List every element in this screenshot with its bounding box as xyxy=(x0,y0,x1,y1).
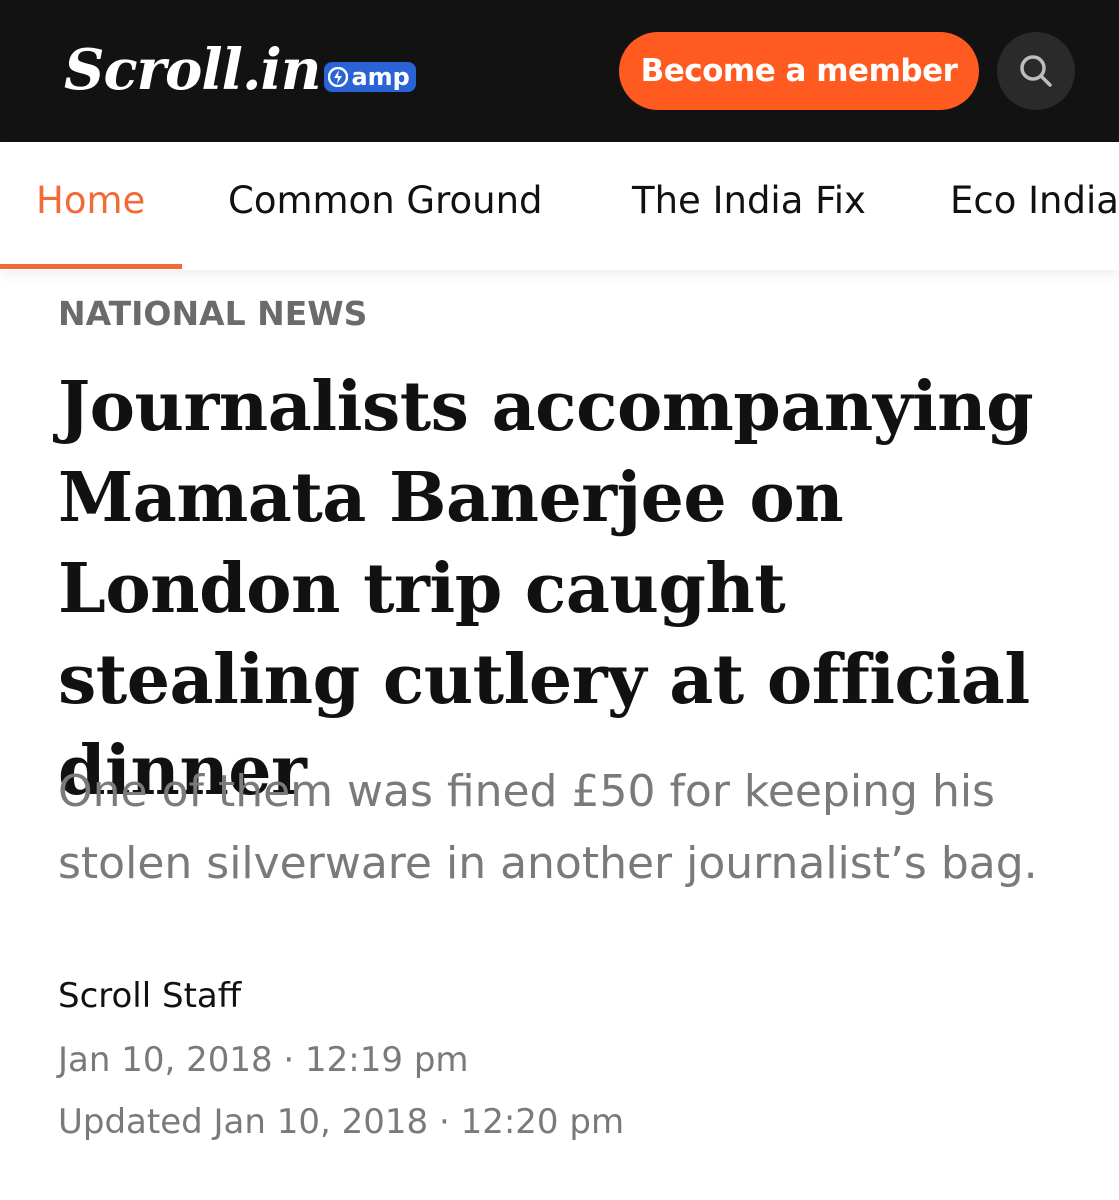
nav-item-common-ground[interactable]: Common Ground xyxy=(228,179,543,223)
become-member-button[interactable]: Become a member xyxy=(619,32,979,110)
active-tab-indicator xyxy=(0,264,182,269)
nav-item-the-india-fix[interactable]: The India Fix xyxy=(632,179,866,223)
published-date: Jan 10, 2018 · 12:19 pm xyxy=(58,1040,469,1080)
logo-text: Scroll.in xyxy=(64,37,321,103)
amp-badge: amp xyxy=(324,62,416,92)
lightning-bolt-icon xyxy=(328,67,349,87)
search-button[interactable] xyxy=(997,32,1075,110)
updated-date: Updated Jan 10, 2018 · 12:20 pm xyxy=(58,1102,625,1142)
top-bar: Scroll.in amp Become a member xyxy=(0,0,1119,142)
nav-item-home[interactable]: Home xyxy=(36,179,145,223)
amp-label: amp xyxy=(351,63,410,91)
nav-item-eco-india[interactable]: Eco India xyxy=(950,179,1119,223)
section-nav: Home Common Ground The India Fix Eco Ind… xyxy=(0,142,1119,270)
article-headline: Journalists accompanying Mamata Banerjee… xyxy=(58,367,1034,811)
search-icon xyxy=(1020,55,1052,87)
site-logo[interactable]: Scroll.in amp xyxy=(64,20,416,120)
article-author[interactable]: Scroll Staff xyxy=(58,976,241,1016)
article-category[interactable]: NATIONAL NEWS xyxy=(58,294,367,333)
article-subhead: One of them was fined £50 for keeping hi… xyxy=(58,766,1038,889)
